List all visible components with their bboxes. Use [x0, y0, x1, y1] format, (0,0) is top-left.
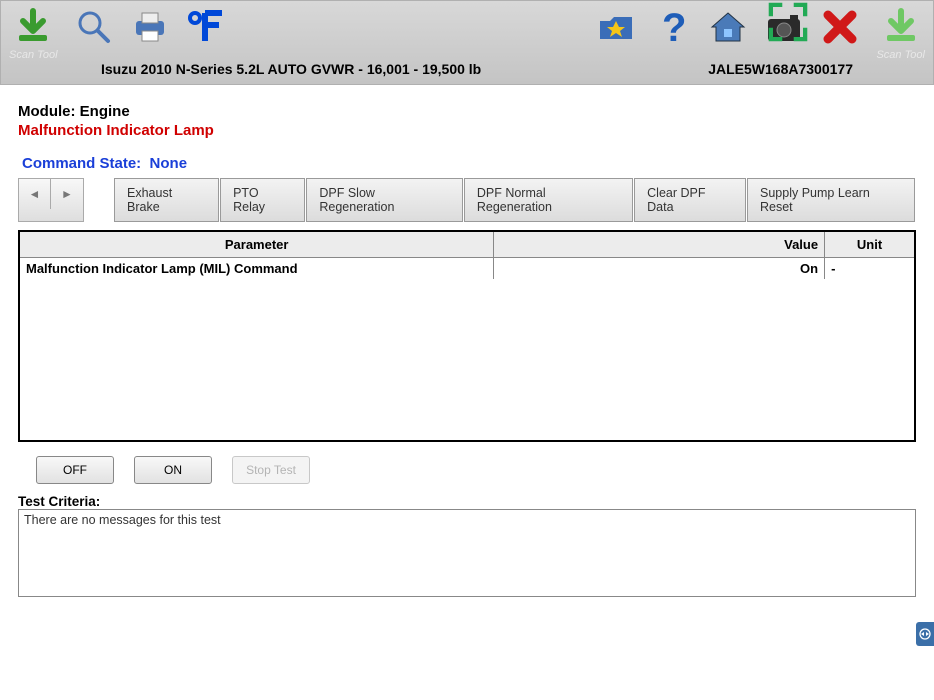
camera-button[interactable] — [764, 7, 804, 47]
favorites-button[interactable] — [596, 7, 636, 47]
toolbar: Scan Tool ? Scan Tool — [0, 0, 934, 85]
teamviewer-icon — [919, 628, 931, 640]
help-button[interactable]: ? — [652, 7, 692, 47]
star-folder-icon — [596, 7, 636, 47]
parameter-table: Parameter Value Unit Malfunction Indicat… — [18, 230, 916, 442]
tab-supply-pump-learn-reset[interactable]: Supply Pump Learn Reset — [747, 178, 915, 222]
fahrenheit-icon — [186, 7, 226, 47]
teamviewer-tab[interactable] — [916, 622, 934, 646]
header-parameter: Parameter — [20, 232, 494, 258]
table-row[interactable]: Malfunction Indicator Lamp (MIL) Command… — [20, 258, 914, 280]
tab-scroll-right[interactable]: ► — [51, 179, 83, 209]
header-value: Value — [494, 232, 825, 258]
printer-icon — [130, 7, 170, 47]
fault-label: Malfunction Indicator Lamp — [18, 122, 916, 139]
print-button[interactable] — [130, 7, 170, 47]
criteria-label: Test Criteria: — [18, 494, 916, 509]
command-state-label: Command State: — [22, 155, 141, 172]
vehicle-description: Isuzu 2010 N-Series 5.2L AUTO GVWR - 16,… — [101, 61, 481, 77]
download-arrow-icon — [881, 7, 921, 47]
temperature-button[interactable] — [186, 7, 226, 47]
criteria-box: There are no messages for this test — [18, 509, 916, 597]
scan-tool-right-label: Scan Tool — [876, 49, 925, 61]
search-icon — [74, 7, 114, 47]
download-arrow-icon — [13, 7, 53, 47]
scan-tool-left[interactable]: Scan Tool — [9, 7, 58, 61]
on-button[interactable]: ON — [134, 456, 212, 484]
tab-clear-dpf-data[interactable]: Clear DPF Data — [634, 178, 746, 222]
cell-parameter: Malfunction Indicator Lamp (MIL) Command — [20, 258, 494, 280]
vin-number: JALE5W168A7300177 — [708, 61, 853, 77]
cell-value: On — [494, 258, 825, 280]
close-x-icon — [820, 7, 860, 47]
cell-unit: - — [825, 258, 914, 280]
module-label: Module: Engine — [18, 103, 916, 120]
tab-pto-relay[interactable]: PTO Relay — [220, 178, 305, 222]
tab-row: ◄ ► Exhaust Brake PTO Relay DPF Slow Reg… — [18, 178, 916, 222]
command-state: Command State: None — [22, 155, 916, 172]
expand-icon — [768, 2, 808, 42]
tab-exhaust-brake[interactable]: Exhaust Brake — [114, 178, 219, 222]
svg-text:?: ? — [662, 7, 686, 47]
stop-test-button: Stop Test — [232, 456, 310, 484]
home-button[interactable] — [708, 7, 748, 47]
tab-scroll-left[interactable]: ◄ — [19, 179, 51, 209]
scan-tool-left-label: Scan Tool — [9, 49, 58, 61]
tab-dpf-normal-regen[interactable]: DPF Normal Regeneration — [464, 178, 633, 222]
home-icon — [708, 7, 748, 47]
scan-tool-right[interactable]: Scan Tool — [876, 7, 925, 61]
search-button[interactable] — [74, 7, 114, 47]
header-unit: Unit — [825, 232, 914, 258]
off-button[interactable]: OFF — [36, 456, 114, 484]
question-icon: ? — [652, 7, 692, 47]
command-state-value: None — [150, 155, 188, 172]
criteria-text: There are no messages for this test — [24, 513, 221, 527]
tab-dpf-slow-regen[interactable]: DPF Slow Regeneration — [306, 178, 462, 222]
close-button[interactable] — [820, 7, 860, 47]
